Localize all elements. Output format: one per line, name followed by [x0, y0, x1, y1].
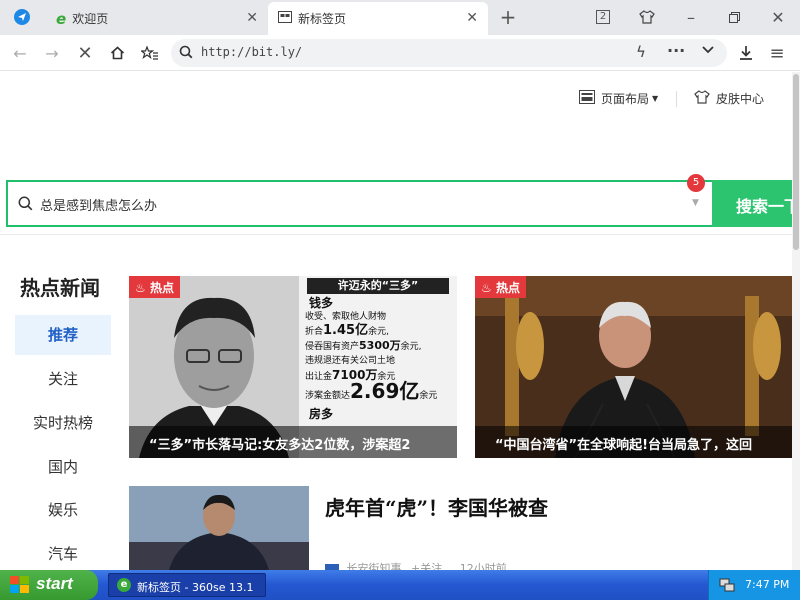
- address-text: http://bit.ly/: [201, 45, 303, 59]
- layout-icon: [579, 90, 595, 107]
- search-input[interactable]: 总是感到焦虑怎么办: [40, 195, 157, 214]
- story-thumbnail[interactable]: [129, 486, 309, 570]
- search-icon: [18, 196, 33, 215]
- menu-icon[interactable]: ≡: [765, 41, 789, 65]
- lightning-icon[interactable]: ϟ: [636, 43, 646, 61]
- page-scrollbar[interactable]: [792, 72, 800, 570]
- stop-loading-icon[interactable]: ✕: [73, 41, 97, 65]
- tab-counter: 2: [595, 10, 611, 24]
- taskbar-item-label: 新标签页 - 360se 13.1: [137, 581, 254, 594]
- close-icon[interactable]: ✕: [466, 10, 478, 26]
- navigation-bar: ← → ✕ http://bit.ly/ ϟ ··· ≡: [0, 35, 800, 71]
- close-icon[interactable]: ✕: [246, 10, 258, 26]
- restore-icon[interactable]: [722, 5, 746, 29]
- hot-badge: ♨ 热点: [129, 276, 180, 298]
- tab-new[interactable]: 新标签页 ✕: [268, 2, 488, 35]
- story-title[interactable]: 虎年首“虎”！李国华被查: [325, 492, 548, 521]
- notification-badge: 5: [687, 174, 705, 192]
- tab-bar: e 欢迎页 ✕ 新标签页 ✕ + 2 – ✕: [0, 0, 800, 35]
- search-button[interactable]: 搜索一下: [712, 180, 792, 227]
- infographic-qian: 钱多: [309, 296, 334, 310]
- minimize-icon[interactable]: –: [679, 5, 703, 29]
- start-label: start: [36, 574, 73, 593]
- home-icon[interactable]: [105, 41, 129, 65]
- hot-badge: ♨ 热点: [475, 276, 526, 298]
- back-arrow-icon[interactable]: ←: [8, 41, 32, 65]
- infographic-line: 违规退还有关公司土地: [305, 356, 396, 366]
- nav-item-recommend[interactable]: 推荐: [15, 315, 111, 355]
- tab-counter-button[interactable]: 2: [591, 5, 615, 29]
- infographic-line: 折合1.45亿余元,: [305, 323, 389, 338]
- fire-icon: ♨: [135, 281, 146, 295]
- page-layout-button[interactable]: 页面布局 ▼: [579, 90, 658, 107]
- new-tab-plus-icon[interactable]: +: [496, 5, 520, 29]
- nav-item-follow[interactable]: 关注: [15, 359, 111, 399]
- network-icon[interactable]: [719, 577, 735, 596]
- scrollbar-thumb[interactable]: [793, 74, 799, 250]
- tab-welcome[interactable]: e 欢迎页 ✕: [46, 2, 268, 35]
- caret-down-icon: ▼: [652, 94, 659, 103]
- infographic-line: 涉案金额达2.69亿余元: [305, 379, 438, 403]
- skin-center-button[interactable]: 皮肤中心: [694, 90, 764, 107]
- shirt-icon[interactable]: [635, 5, 659, 29]
- infographic-banner: 许迈永的“三多”: [307, 278, 449, 294]
- search-icon: [179, 45, 193, 63]
- toolbar-divider: [676, 91, 677, 107]
- chevron-down-icon[interactable]: [701, 44, 715, 59]
- address-bar[interactable]: http://bit.ly/ ϟ ···: [171, 39, 727, 67]
- tab-welcome-title: 欢迎页: [72, 12, 109, 26]
- nav-item-trending[interactable]: 实时热榜: [15, 403, 111, 443]
- infographic-line: 收受、索取他人财物: [305, 312, 387, 322]
- ie-logo-icon: e: [56, 9, 67, 28]
- news-heading: 热点新闻: [20, 276, 100, 300]
- section-divider: [0, 234, 792, 235]
- new-tab-page: 页面布局 ▼ 皮肤中心 总是感到焦虑怎么办 ▼ 5 搜索一下 热点新闻 推荐 关…: [0, 72, 792, 575]
- browser-logo-icon[interactable]: [10, 5, 34, 29]
- system-tray: 7:47 PM: [708, 570, 800, 600]
- nav-item-domestic[interactable]: 国内: [15, 447, 111, 487]
- news-card[interactable]: ♨ 热点 “中国台湾省”在全球响起!台当局急了，这回: [475, 276, 792, 458]
- download-icon[interactable]: [734, 41, 758, 65]
- start-button[interactable]: start: [0, 570, 98, 600]
- forward-arrow-icon[interactable]: →: [40, 41, 64, 65]
- shirt-icon: [694, 90, 710, 107]
- skin-center-label: 皮肤中心: [716, 92, 765, 106]
- taskbar: start e 新标签页 - 360se 13.1 7:47 PM: [0, 570, 800, 600]
- search-box: 总是感到焦虑怎么办 ▼: [6, 180, 712, 227]
- browser-logo-icon: e: [117, 578, 131, 592]
- window-close-icon[interactable]: ✕: [766, 5, 790, 29]
- card-caption[interactable]: “三多”市长落马记:女友多达2位数，涉案超2: [129, 426, 457, 458]
- dropdown-arrow-icon[interactable]: ▼: [692, 198, 699, 208]
- hot-label: 热点: [495, 281, 520, 295]
- clock[interactable]: 7:47 PM: [745, 578, 789, 591]
- taskbar-item-browser[interactable]: e 新标签页 - 360se 13.1: [108, 573, 266, 597]
- card-caption[interactable]: “中国台湾省”在全球响起!台当局急了，这回: [475, 426, 792, 458]
- more-dots-icon[interactable]: ···: [667, 41, 685, 60]
- nav-item-auto[interactable]: 汽车: [15, 534, 111, 574]
- infographic-fang: 房多: [309, 407, 334, 421]
- infographic-line: 侵吞国有资产5300万余元,: [305, 339, 422, 352]
- new-tab-page-icon: [278, 10, 292, 27]
- nav-item-entertainment[interactable]: 娱乐: [15, 490, 111, 530]
- windows-logo-icon: [10, 576, 30, 599]
- hot-label: 热点: [149, 281, 174, 295]
- news-card[interactable]: 许迈永的“三多” 钱多 收受、索取他人财物 折合1.45亿余元, 侵吞国有资产5…: [129, 276, 457, 458]
- fire-icon: ♨: [481, 281, 492, 295]
- page-layout-label: 页面布局: [601, 92, 650, 106]
- tab-new-title: 新标签页: [298, 12, 347, 26]
- favorites-star-icon[interactable]: [138, 41, 162, 65]
